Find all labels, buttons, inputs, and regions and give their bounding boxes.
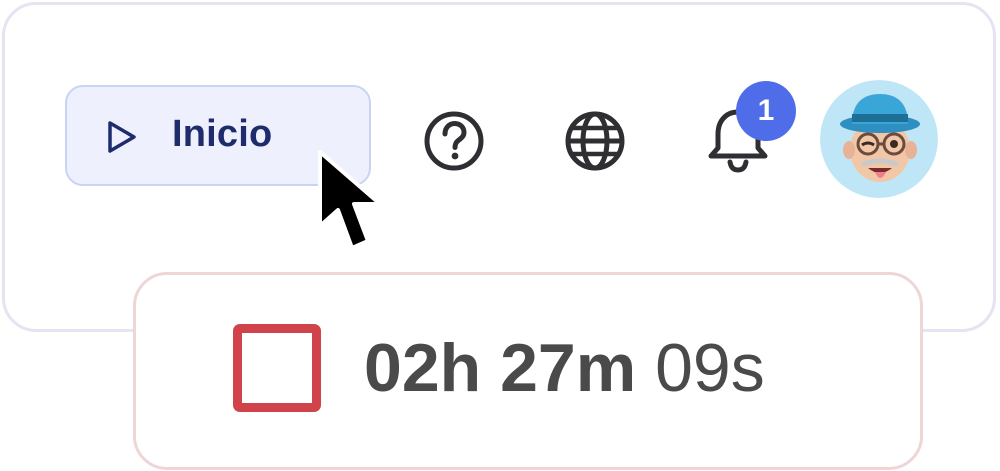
- timer-seconds: 09s: [655, 330, 765, 406]
- timer-hours: 02h: [364, 330, 482, 406]
- start-button-label: Inicio: [172, 113, 273, 155]
- elapsed-timer: 02h 27m 09s: [364, 322, 765, 414]
- screen: Inicio 1 02h 27m 09s: [0, 0, 1000, 471]
- globe-icon[interactable]: [564, 110, 626, 172]
- notification-badge: 1: [736, 81, 796, 141]
- play-icon: [108, 121, 136, 153]
- memoji-avatar-icon: [820, 80, 938, 198]
- stop-button[interactable]: [233, 324, 321, 412]
- timer-minutes: 27m: [500, 330, 637, 406]
- help-icon[interactable]: [423, 110, 485, 172]
- avatar[interactable]: [820, 80, 938, 198]
- mouse-cursor-icon: [318, 150, 382, 250]
